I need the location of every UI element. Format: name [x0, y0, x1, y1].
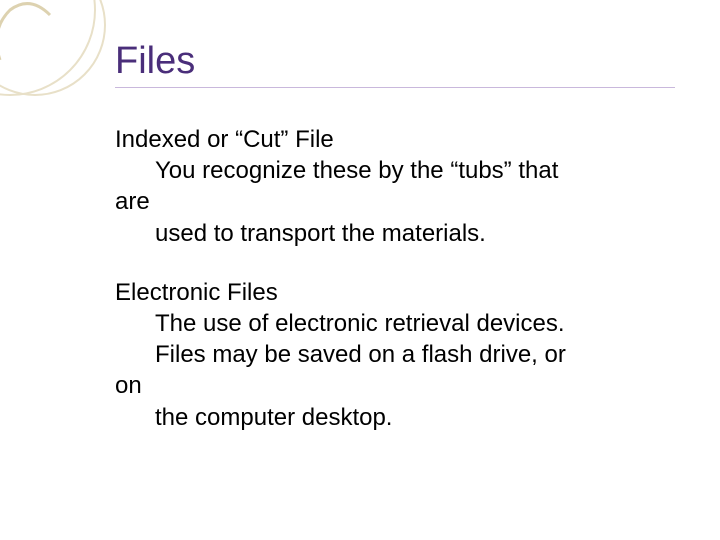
section-indexed: Indexed or “Cut” File You recognize thes… [115, 124, 680, 249]
section2-line1: The use of electronic retrieval devices. [115, 308, 680, 339]
section1-line2: are [115, 186, 680, 217]
section-electronic: Electronic Files The use of electronic r… [115, 277, 680, 433]
body-text: Indexed or “Cut” File You recognize thes… [115, 124, 680, 433]
section1-line3: used to transport the materials. [115, 218, 680, 249]
section2-line2: Files may be saved on a flash drive, or [115, 339, 680, 370]
section1-line1: You recognize these by the “tubs” that [115, 155, 680, 186]
page-title: Files [115, 40, 675, 88]
slide-content: Files Indexed or “Cut” File You recogniz… [115, 40, 680, 461]
section2-line3: on [115, 370, 680, 401]
section1-heading: Indexed or “Cut” File [115, 124, 680, 155]
section2-line4: the computer desktop. [115, 402, 680, 433]
section2-heading: Electronic Files [115, 277, 680, 308]
